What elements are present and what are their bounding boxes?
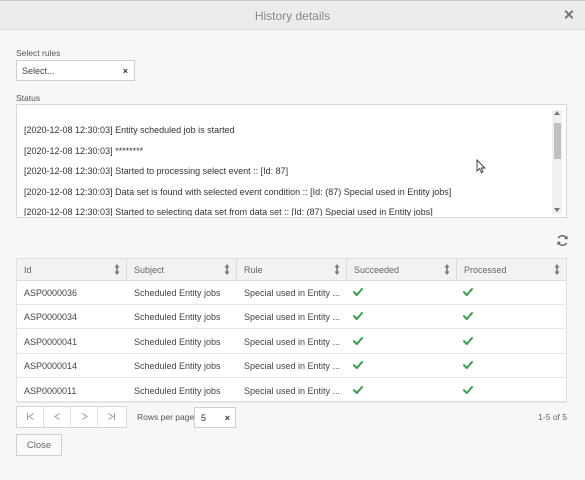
cell-id: ASP0000041 xyxy=(24,336,78,347)
processed-check-icon xyxy=(463,361,473,370)
column-header-succeeded[interactable]: Succeeded xyxy=(347,259,457,281)
column-header-processed[interactable]: Processed xyxy=(457,259,566,281)
scroll-thumb[interactable] xyxy=(554,123,561,159)
cell-id: ASP0000011 xyxy=(24,385,77,396)
status-log-line: [2020-12-08 12:30:03] Entity scheduled j… xyxy=(24,125,235,135)
clear-rows-per-page-icon[interactable]: × xyxy=(225,413,230,423)
rows-per-page-select[interactable]: 5 × xyxy=(194,407,236,428)
column-header-label: Succeeded xyxy=(354,265,400,275)
sort-icon[interactable] xyxy=(224,264,230,275)
clear-selection-icon[interactable]: × xyxy=(123,66,128,76)
next-page-icon xyxy=(82,413,88,420)
succeeded-check-icon xyxy=(353,288,363,296)
cell-rule: Special used in Entity ... xyxy=(244,312,341,323)
status-label: Status xyxy=(16,93,41,103)
first-page-icon xyxy=(27,413,34,420)
previous-page-button[interactable] xyxy=(44,407,71,427)
table-row[interactable]: ASP0000034 Scheduled Entity jobs Special u… xyxy=(17,305,566,330)
scroll-down-icon[interactable] xyxy=(554,208,560,212)
dialog-titlebar: History details xyxy=(0,1,585,30)
previous-page-icon xyxy=(54,413,60,420)
table-row[interactable]: ASP0000036 Scheduled Entity jobs Special u… xyxy=(17,281,566,305)
scroll-up-icon[interactable] xyxy=(554,111,560,115)
status-scrollbar[interactable] xyxy=(552,110,562,214)
table-row[interactable]: ASP0000011 Scheduled Entity jobs Special u… xyxy=(17,379,566,403)
select-rules-label: Select rules xyxy=(16,48,61,58)
sort-icon[interactable] xyxy=(554,264,560,275)
cell-id: ASP0000034 xyxy=(24,312,78,323)
cell-subject: Scheduled Entity jobs xyxy=(134,288,221,298)
mouse-cursor-icon xyxy=(476,159,486,174)
column-header-label: Subject xyxy=(134,265,165,275)
status-log-line: [2020-12-08 12:30:03] Started to process… xyxy=(24,166,289,176)
close-button[interactable]: Close xyxy=(16,434,62,456)
close-button-label: Close xyxy=(26,440,52,451)
cell-subject: Scheduled Entity jobs xyxy=(134,385,221,396)
status-log-line: [2020-12-08 12:30:03] Data set is found … xyxy=(24,186,452,197)
column-header-label: Id xyxy=(24,265,32,275)
processed-check-icon xyxy=(463,312,473,321)
column-header-id[interactable]: Id xyxy=(17,259,127,281)
column-header-subject[interactable]: Subject xyxy=(127,259,237,281)
sort-icon[interactable] xyxy=(114,264,120,275)
cell-subject: Scheduled Entity jobs xyxy=(134,361,221,372)
cell-rule: Special used in Entity ... xyxy=(244,336,341,347)
history-table: Id Subject Rule Succeeded Processed ASP0… xyxy=(16,258,567,403)
rows-per-page-label: Rows per page: xyxy=(137,412,197,422)
cell-rule: Special used in Entity ... xyxy=(244,385,341,396)
history-details-dialog: History details Select rules Select... ×… xyxy=(0,0,585,480)
succeeded-check-icon xyxy=(353,336,363,345)
sort-icon[interactable] xyxy=(334,264,340,275)
cell-rule: Special used in Entity ... xyxy=(244,288,341,298)
cell-subject: Scheduled Entity jobs xyxy=(134,312,221,323)
cell-subject: Scheduled Entity jobs xyxy=(134,336,221,347)
cell-id: ASP0000036 xyxy=(24,288,78,298)
status-log-lines: [2020-12-08 12:30:03] Entity scheduled j… xyxy=(24,124,549,216)
table-header: Id Subject Rule Succeeded Processed xyxy=(17,259,566,281)
column-header-label: Processed xyxy=(464,265,507,275)
table-row[interactable]: ASP0000014 Scheduled Entity jobs Special u… xyxy=(17,354,566,379)
close-icon[interactable] xyxy=(563,9,575,21)
last-page-button[interactable] xyxy=(98,407,125,427)
table-row[interactable]: ASP0000041 Scheduled Entity jobs Special u… xyxy=(17,330,566,354)
rows-per-page-value: 5 xyxy=(201,413,207,423)
dialog-title: History details xyxy=(254,9,331,23)
pagination-range: 1-5 of 5 xyxy=(538,412,567,422)
last-page-icon xyxy=(108,413,115,420)
succeeded-check-icon xyxy=(353,361,363,370)
column-header-rule[interactable]: Rule xyxy=(237,259,347,281)
status-log-line: [2020-12-08 12:30:03] Started to selecti… xyxy=(24,207,433,216)
pagination-buttons xyxy=(16,406,127,428)
processed-check-icon xyxy=(463,288,473,296)
select-rules-dropdown[interactable]: Select... × xyxy=(16,60,135,81)
processed-check-icon xyxy=(463,336,473,345)
succeeded-check-icon xyxy=(353,312,363,321)
refresh-icon[interactable] xyxy=(556,234,569,247)
processed-check-icon xyxy=(463,385,473,394)
next-page-button[interactable] xyxy=(71,407,98,427)
cell-id: ASP0000014 xyxy=(24,361,78,372)
first-page-button[interactable] xyxy=(17,407,44,427)
sort-icon[interactable] xyxy=(444,264,450,275)
status-log-line: [2020-12-08 12:30:03] ******** xyxy=(24,145,144,156)
cell-rule: Special used in Entity ... xyxy=(244,361,341,372)
succeeded-check-icon xyxy=(353,385,363,394)
select-rules-value: Select... xyxy=(22,66,55,76)
column-header-label: Rule xyxy=(244,265,263,275)
